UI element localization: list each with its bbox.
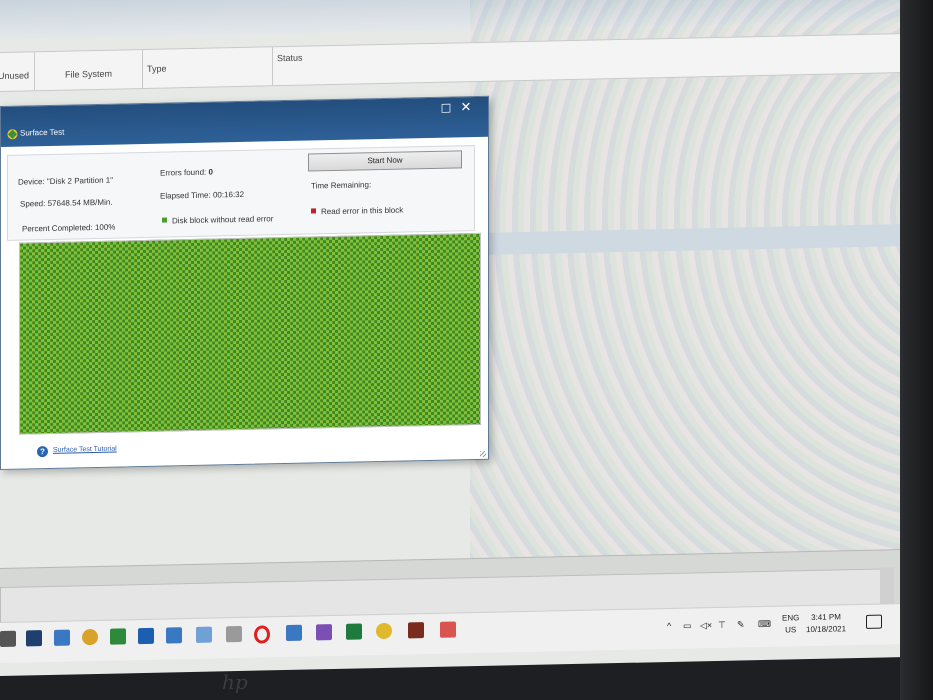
errors-label: Errors found: <box>160 167 207 178</box>
legend-error: Read error in this block <box>311 206 403 217</box>
security-icon[interactable] <box>26 630 42 647</box>
volume-muted-icon[interactable]: ◁× <box>700 620 712 631</box>
speed-info: Speed: 57648.54 MB/Min. <box>20 198 113 209</box>
test-info-panel: Device: "Disk 2 Partition 1" Speed: 5764… <box>7 145 475 241</box>
dialog-titlebar[interactable]: Surface Test ☐ ✕ <box>1 96 488 147</box>
error-block-swatch <box>311 208 316 214</box>
app-window-icon[interactable] <box>196 626 212 643</box>
percent-label: Percent Completed: <box>22 223 93 234</box>
battery-icon[interactable]: ▭ <box>683 621 692 632</box>
paint-icon[interactable] <box>440 621 456 638</box>
screen-moire <box>470 0 900 571</box>
app-window-icon[interactable] <box>286 624 302 642</box>
region-code: US <box>785 625 797 635</box>
surface-test-dialog: Surface Test ☐ ✕ Device: "Disk 2 Partiti… <box>0 95 489 471</box>
column-type[interactable]: Type <box>142 47 273 89</box>
speed-value: 57648.54 MB/Min. <box>47 197 113 209</box>
column-label: Unused <box>0 70 30 82</box>
percent-info: Percent Completed: 100% <box>22 223 115 234</box>
show-hidden-icons-icon[interactable]: ^ <box>667 621 671 631</box>
network-status-icon[interactable]: ⊤ <box>718 620 726 631</box>
clock-date: 10/18/2021 <box>806 624 847 635</box>
resize-grip[interactable] <box>480 450 486 457</box>
errors-value: 0 <box>208 167 213 177</box>
tools-icon[interactable] <box>226 625 242 643</box>
errors-info: Errors found: 0 <box>160 168 213 178</box>
dialog-title: Surface Test <box>20 127 65 138</box>
system-clock[interactable]: 3:41 PM 10/18/2021 <box>806 611 846 636</box>
disk-block-map <box>19 232 481 435</box>
device-info: Device: "Disk 2 Partition 1" <box>18 176 113 187</box>
surface-test-tutorial-link[interactable]: Surface Test Tutorial <box>53 446 117 454</box>
help-icon[interactable]: ? <box>37 445 48 458</box>
start-now-button[interactable]: Start Now <box>308 150 462 172</box>
partition-tool-icon[interactable] <box>376 622 392 640</box>
speed-label: Speed: <box>20 199 46 209</box>
legend-ok-label: Disk block without read error <box>172 214 274 226</box>
language-indicator[interactable]: ENG US <box>782 612 799 636</box>
column-label: Type <box>147 63 167 74</box>
column-label: Status <box>277 52 303 64</box>
legend-error-label: Read error in this block <box>321 205 404 217</box>
elapsed-value: 00:16:32 <box>212 189 245 200</box>
network-icon[interactable] <box>138 627 154 645</box>
hp-logo: hp <box>222 670 248 694</box>
device-value: "Disk 2 Partition 1" <box>46 175 114 187</box>
visual-studio-icon[interactable] <box>316 624 332 641</box>
controller-icon[interactable] <box>82 628 98 646</box>
percent-value: 100% <box>94 222 116 233</box>
language-code: ENG <box>782 613 800 623</box>
opera-icon[interactable] <box>254 625 270 644</box>
excel-icon[interactable] <box>346 623 362 640</box>
keyboard-icon[interactable]: ⌨ <box>758 619 771 630</box>
app-icon[interactable] <box>54 629 70 646</box>
legend-ok: Disk block without read error <box>162 214 273 225</box>
monitor-screen: Unused File System Type Status Surface T… <box>0 0 900 676</box>
elapsed-label: Elapsed Time: <box>160 190 211 201</box>
winrar-icon[interactable] <box>408 622 424 639</box>
time-remaining-label: Time Remaining: <box>311 180 372 191</box>
elapsed-info: Elapsed Time: 00:16:32 <box>160 190 244 201</box>
monitor-bezel-right <box>900 0 933 700</box>
app-window-icon[interactable] <box>166 627 182 644</box>
pen-icon[interactable]: ✎ <box>737 619 745 630</box>
ok-block-swatch <box>162 217 167 223</box>
column-file-system[interactable]: File System <box>34 50 143 91</box>
notifications-icon[interactable] <box>866 614 882 629</box>
maximize-button[interactable]: ☐ <box>437 101 455 117</box>
device-label: Device: <box>18 177 45 187</box>
column-label: File System <box>65 68 113 80</box>
teamviewer-icon[interactable] <box>110 628 126 645</box>
windows-tool-icon[interactable] <box>0 630 16 647</box>
clock-time: 3:41 PM <box>811 612 841 623</box>
close-button[interactable]: ✕ <box>457 99 475 117</box>
column-unused[interactable]: Unused <box>0 52 34 91</box>
surface-test-icon <box>7 129 18 140</box>
